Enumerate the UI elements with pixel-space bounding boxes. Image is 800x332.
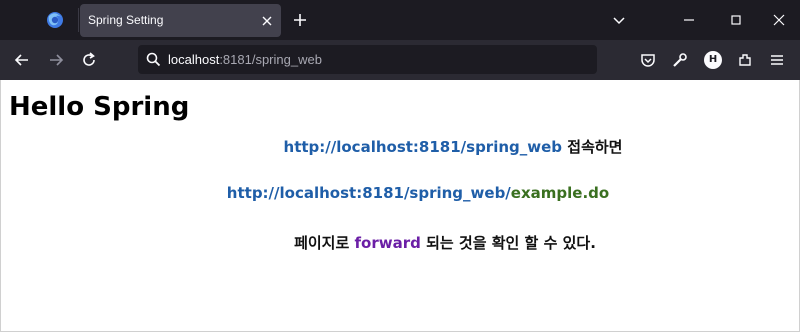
search-icon	[146, 52, 161, 67]
chevron-down-icon[interactable]	[611, 12, 627, 28]
url-path: :8181/spring_web	[219, 52, 322, 67]
url-host: localhost	[168, 52, 220, 67]
minimize-icon[interactable]	[681, 12, 697, 28]
profile-avatar[interactable]: H	[704, 51, 722, 69]
firefox-icon[interactable]	[46, 11, 64, 29]
forward-prefix: 페이지로	[294, 234, 350, 252]
tab-separator	[78, 8, 79, 32]
access-instruction: http://localhost:8181/spring_web 접속하면	[1, 136, 799, 157]
back-arrow-icon[interactable]	[14, 52, 30, 68]
forward-arrow-icon[interactable]	[48, 52, 64, 68]
page-heading: Hello Spring	[9, 92, 190, 122]
tab-strip: Spring Setting	[0, 0, 800, 40]
close-icon[interactable]	[260, 13, 274, 27]
page-content: Hello Spring http://localhost:8181/sprin…	[0, 80, 800, 332]
example-url-line: http://localhost:8181/spring_web/example…	[1, 184, 799, 202]
menu-icon[interactable]	[769, 52, 785, 68]
pocket-icon[interactable]	[640, 52, 656, 68]
nav-toolbar: localhost:8181/spring_web H	[0, 40, 800, 80]
example-url-base: http://localhost:8181/spring_web/	[226, 184, 511, 202]
forward-keyword: forward	[354, 234, 421, 252]
reload-icon[interactable]	[81, 52, 97, 68]
forward-explanation: 페이지로 forward 되는 것을 확인 할 수 있다.	[1, 232, 799, 253]
extensions-icon[interactable]	[737, 52, 753, 68]
tab-title: Spring Setting	[88, 13, 164, 27]
window-close-icon[interactable]	[771, 12, 787, 28]
url-bar[interactable]: localhost:8181/spring_web	[138, 45, 597, 74]
forward-suffix: 되는 것을 확인 할 수 있다.	[426, 234, 596, 252]
example-url-path: example.do	[510, 184, 610, 202]
maximize-icon[interactable]	[728, 12, 744, 28]
access-suffix: 접속하면	[567, 138, 623, 156]
spring-web-url: http://localhost:8181/spring_web	[283, 138, 563, 156]
url-text[interactable]: localhost:8181/spring_web	[168, 52, 322, 67]
wrench-icon[interactable]	[672, 52, 688, 68]
plus-icon[interactable]	[292, 12, 308, 28]
tab-spring-setting[interactable]: Spring Setting	[80, 4, 281, 37]
